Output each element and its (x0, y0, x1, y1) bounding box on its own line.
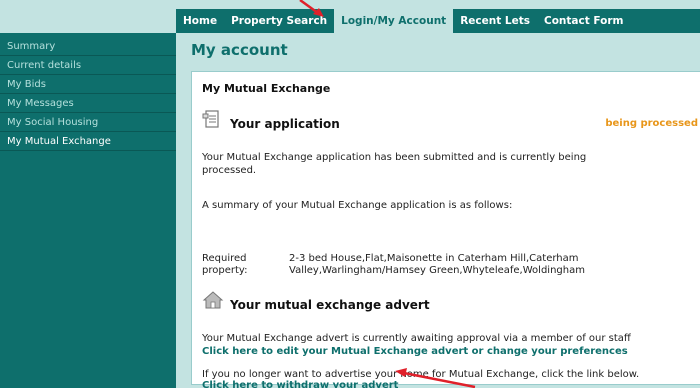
mutual-exchange-panel: My Mutual Exchange Your application bein… (191, 71, 700, 388)
house-icon (202, 291, 224, 309)
tab-home[interactable]: Home (176, 9, 224, 33)
tab-contact-form[interactable]: Contact Form (537, 9, 630, 33)
tab-login-my-account[interactable]: Login/My Account (334, 9, 454, 33)
application-text: Your Mutual Exchange application has bee… (202, 152, 587, 176)
advert-status-text: Your Mutual Exchange advert is currently… (202, 333, 631, 344)
application-summary-text: A summary of your Mutual Exchange applic… (202, 200, 513, 211)
document-icon (202, 110, 219, 128)
status-badge: being processed (605, 118, 698, 129)
advert-title: Your mutual exchange advert (230, 298, 430, 312)
sidebar: Summary Current details My Bids My Messa… (0, 33, 176, 388)
tab-recent-lets[interactable]: Recent Lets (453, 9, 537, 33)
required-property-value: 2-3 bed House,Flat,Maisonette in Caterha… (289, 253, 585, 276)
page-title: My account (191, 41, 288, 59)
sidebar-item-my-social-housing[interactable]: My Social Housing (0, 113, 176, 132)
application-title: Your application (230, 117, 340, 131)
edit-advert-link[interactable]: Click here to edit your Mutual Exchange … (202, 346, 628, 357)
sidebar-item-my-mutual-exchange[interactable]: My Mutual Exchange (0, 132, 176, 151)
sidebar-item-my-messages[interactable]: My Messages (0, 94, 176, 113)
required-property-label: Required property: (202, 253, 248, 276)
sidebar-item-my-bids[interactable]: My Bids (0, 75, 176, 94)
panel-heading: My Mutual Exchange (202, 82, 331, 95)
main-nav: Home Property Search Login/My Account Re… (176, 9, 700, 33)
arrow-annotation-top (299, 0, 324, 17)
main-content: My account My Mutual Exchange Your appli… (176, 33, 700, 388)
sidebar-item-current-details[interactable]: Current details (0, 56, 176, 75)
sidebar-item-summary[interactable]: Summary (0, 37, 176, 56)
withdraw-advert-link[interactable]: Click here to withdraw your advert (202, 380, 398, 388)
arrow-annotation-bottom (395, 368, 476, 388)
